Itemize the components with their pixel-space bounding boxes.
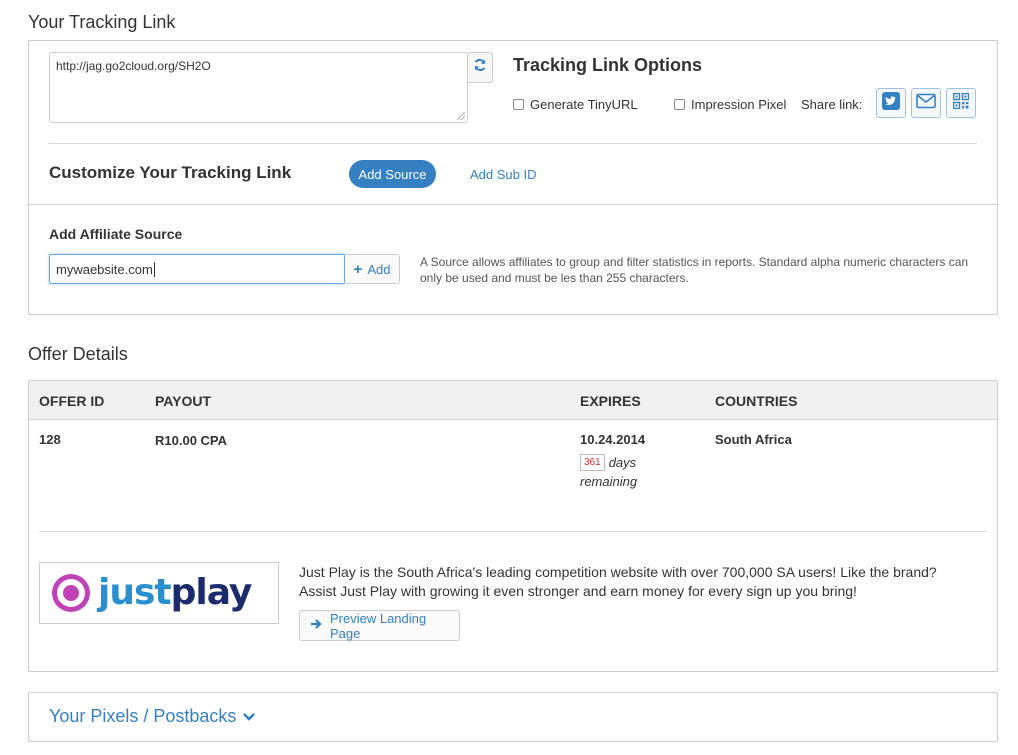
share-email-button[interactable] — [911, 88, 941, 118]
affiliate-source-input[interactable]: mywaebsite.com — [49, 254, 345, 284]
col-countries: COUNTRIES — [715, 393, 798, 409]
refresh-icon — [473, 58, 487, 77]
tracking-options-title: Tracking Link Options — [513, 55, 703, 75]
add-source-button[interactable]: Add Source — [349, 160, 436, 188]
resize-grip-icon[interactable] — [457, 112, 465, 120]
affiliate-source-title: Add Affiliate Source — [49, 226, 183, 242]
refresh-link-button[interactable] — [467, 52, 493, 83]
expires-value: 10.24.2014 — [580, 432, 646, 447]
twitter-icon — [882, 91, 900, 115]
impression-pixel-checkbox[interactable] — [674, 99, 685, 110]
tracking-url-text: http://jag.go2cloud.org/SH2O — [56, 59, 211, 73]
plus-icon: + — [353, 260, 363, 278]
tinyurl-label: Generate TinyURL — [530, 97, 638, 112]
arrow-right-icon — [310, 618, 322, 633]
days-remaining: 361 days — [580, 454, 636, 471]
justplay-logo-icon: justplay — [52, 572, 253, 613]
col-payout: PAYOUT — [155, 393, 212, 409]
payout-value: R10.00 CPA — [155, 433, 228, 448]
remaining-word: remaining — [580, 474, 638, 489]
days-count-badge: 361 — [580, 454, 605, 471]
add-source-submit-button[interactable]: + Add — [345, 254, 400, 284]
affiliate-source-value: mywaebsite.com — [56, 261, 153, 277]
customize-title: Customize Your Tracking Link — [49, 163, 292, 182]
impression-pixel-option[interactable]: Impression Pixel — [674, 97, 786, 112]
col-offer-id: OFFER ID — [39, 393, 105, 409]
share-twitter-button[interactable] — [876, 88, 906, 118]
impression-pixel-label: Impression Pixel — [691, 97, 787, 112]
affiliate-source-help: A Source allows affiliates to group and … — [420, 255, 969, 285]
offer-description: Just Play is the South Africa's leading … — [299, 564, 937, 599]
offer-logo: justplay — [39, 562, 279, 624]
add-source-submit-label: Add — [367, 261, 391, 277]
tracking-url-field[interactable]: http://jag.go2cloud.org/SH2O — [49, 52, 468, 123]
email-icon — [916, 93, 936, 114]
offer-divider — [39, 531, 987, 532]
offer-details-panel — [28, 380, 998, 672]
pixels-toggle[interactable]: Your Pixels / Postbacks — [49, 706, 256, 727]
qr-code-icon — [952, 92, 970, 114]
preview-landing-page-button[interactable]: Preview Landing Page — [299, 610, 460, 641]
preview-landing-page-label: Preview Landing Page — [330, 610, 427, 641]
share-link-label: Share link: — [801, 97, 863, 112]
offer-id-value: 128 — [39, 432, 61, 447]
days-word: days — [608, 455, 637, 470]
svg-text:justplay: justplay — [96, 572, 252, 613]
offer-section-title: Offer Details — [28, 344, 128, 364]
tracking-section-title: Your Tracking Link — [28, 12, 176, 32]
col-expires: EXPIRES — [580, 393, 641, 409]
countries-value: South Africa — [715, 432, 792, 447]
pixels-title: Your Pixels / Postbacks — [49, 706, 237, 726]
tinyurl-checkbox[interactable] — [513, 99, 524, 110]
tinyurl-option[interactable]: Generate TinyURL — [513, 97, 638, 112]
share-qr-button[interactable] — [946, 88, 976, 118]
options-divider — [49, 143, 977, 144]
add-sub-id-link[interactable]: Add Sub ID — [470, 167, 537, 182]
chevron-down-icon — [242, 706, 256, 727]
text-cursor — [153, 261, 155, 277]
customize-divider — [29, 204, 997, 205]
